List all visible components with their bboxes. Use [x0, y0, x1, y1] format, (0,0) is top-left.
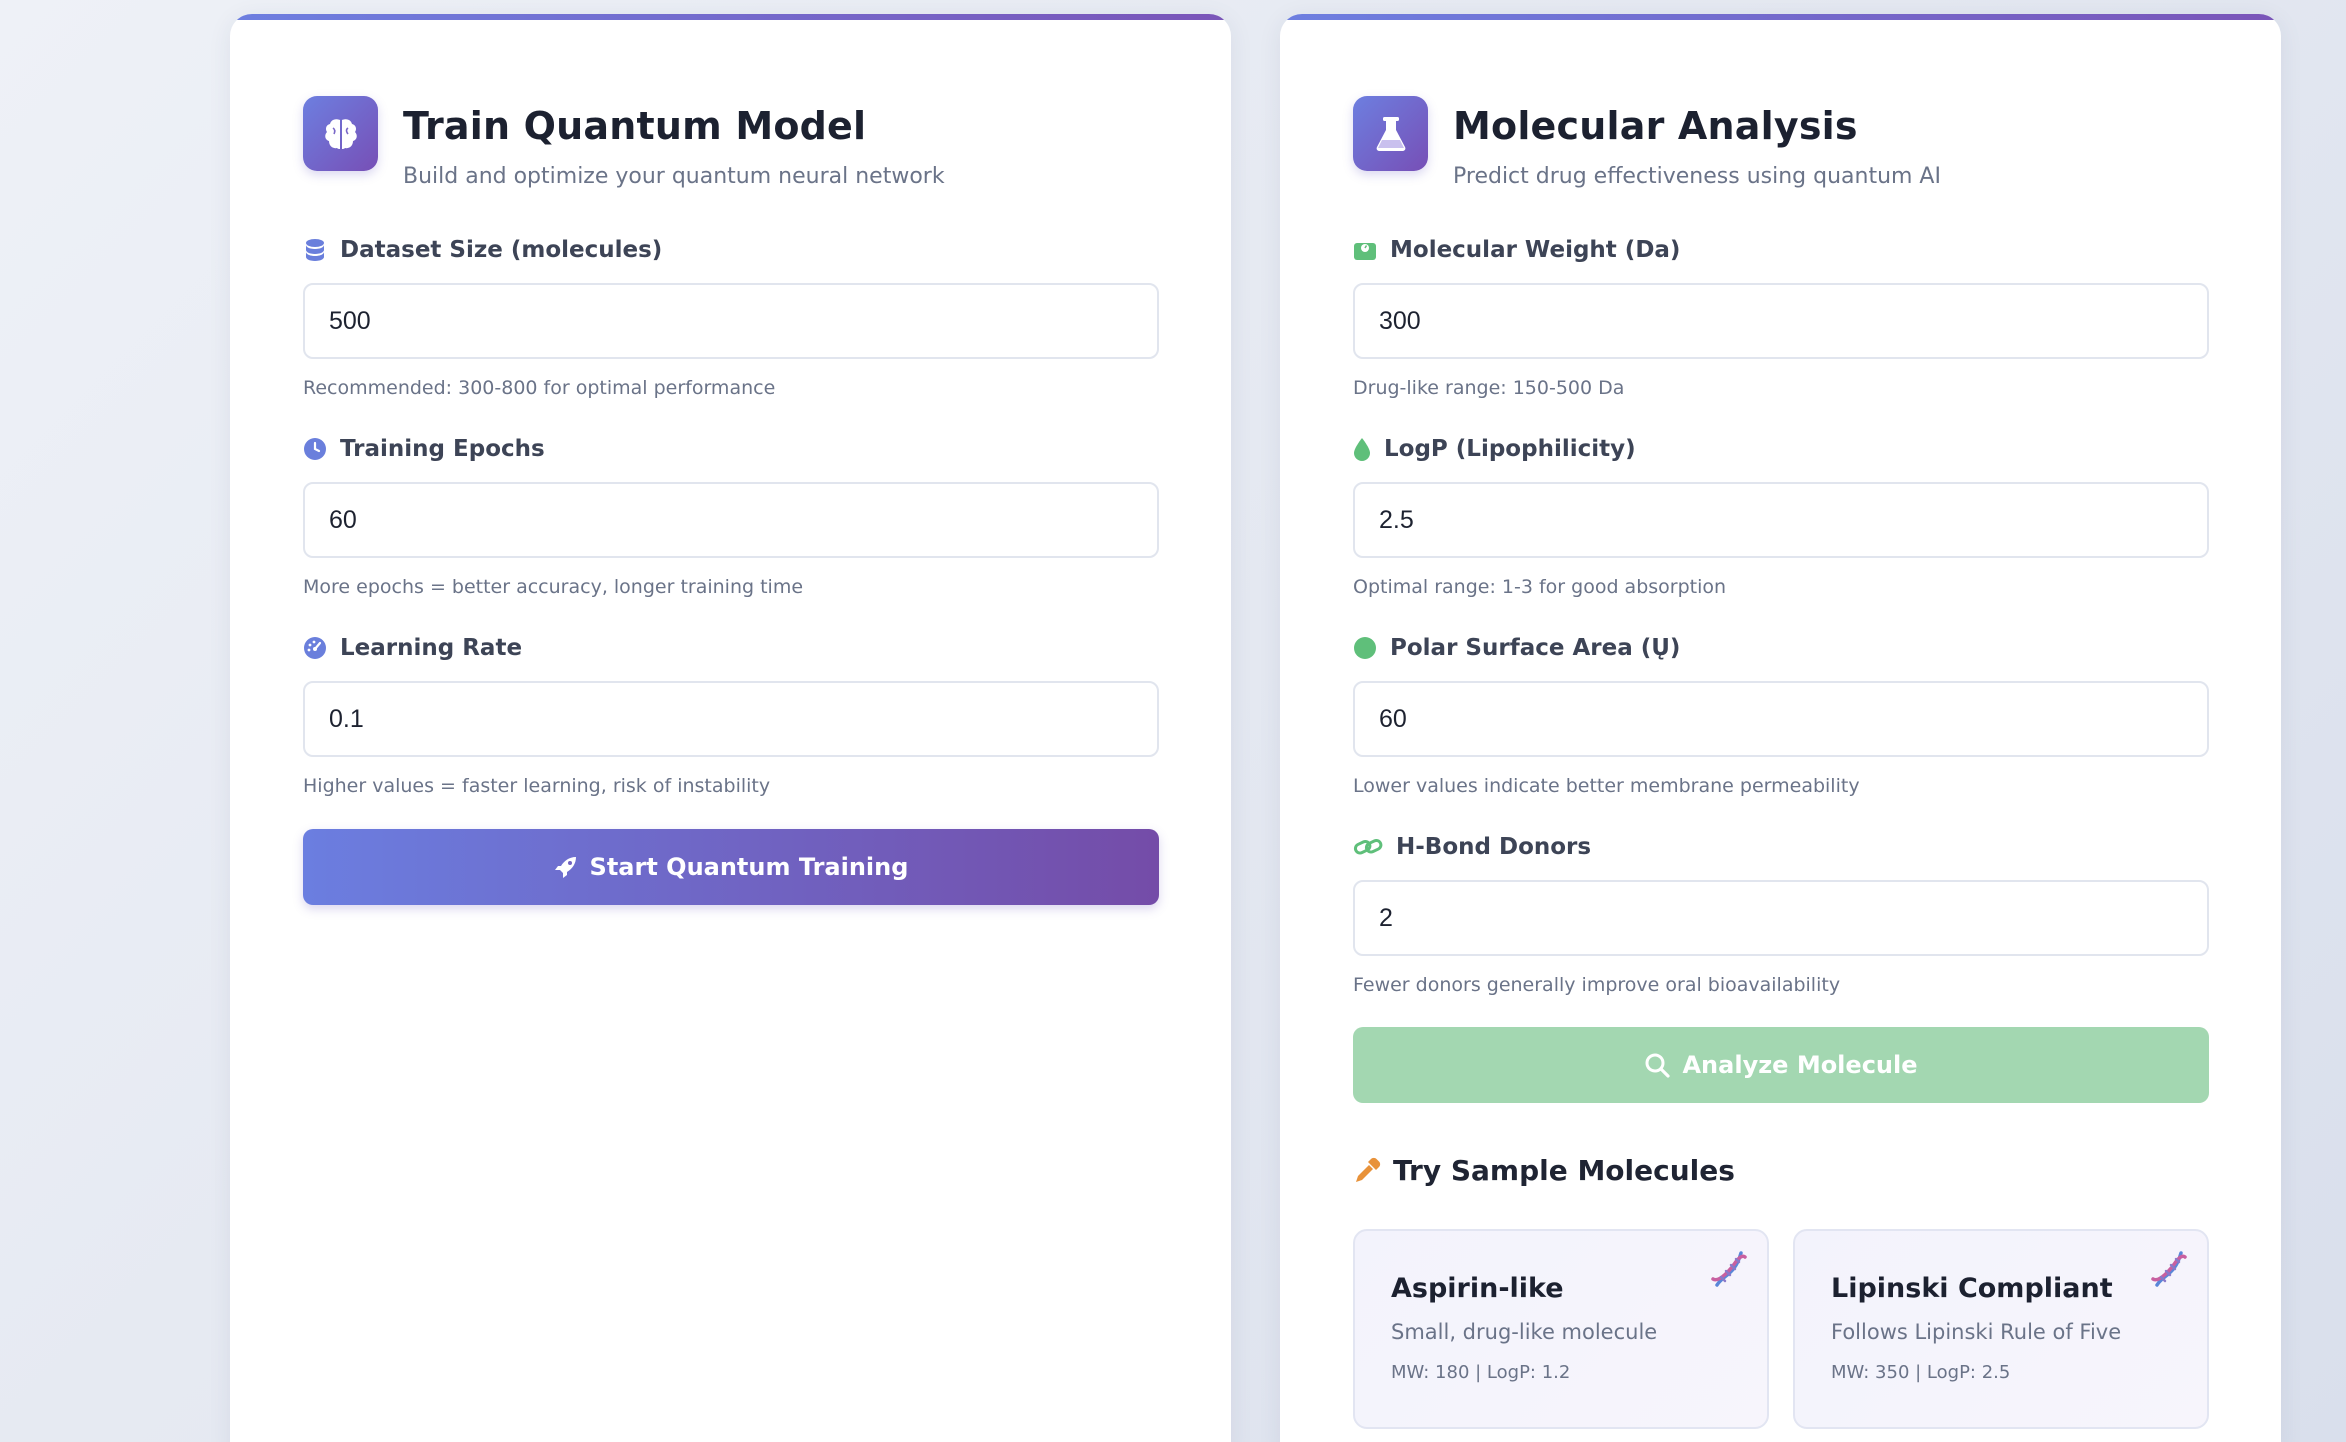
logp-input[interactable] [1353, 482, 2209, 558]
page: Train Quantum Model Build and optimize y… [0, 0, 2346, 1442]
start-training-label: Start Quantum Training [589, 853, 909, 881]
sample-card-aspirin[interactable]: Aspirin-like Small, drug-like molecule M… [1353, 1229, 1769, 1429]
molecular-weight-hint: Drug-like range: 150-500 Da [1353, 377, 1625, 399]
training-epochs-hint: More epochs = better accuracy, longer tr… [303, 576, 804, 598]
clock-icon [303, 437, 327, 461]
sample-molecules-heading: Try Sample Molecules [1353, 1154, 1735, 1187]
training-epochs-field: Training Epochs More epochs = better acc… [303, 433, 1159, 598]
training-epochs-label: Training Epochs [340, 436, 545, 462]
polar-surface-area-field: Polar Surface Area (Ų) Lower values indi… [1353, 632, 2209, 797]
database-icon [303, 238, 327, 262]
dna-icon [1709, 1249, 1749, 1289]
dataset-size-label: Dataset Size (molecules) [340, 237, 663, 263]
h-bond-donors-label: H-Bond Donors [1396, 834, 1592, 860]
dna-icon [2149, 1249, 2189, 1289]
analysis-card-subtitle: Predict drug effectiveness using quantum… [1453, 164, 1941, 189]
polar-surface-area-hint: Lower values indicate better membrane pe… [1353, 775, 1860, 797]
learning-rate-field: Learning Rate Higher values = faster lea… [303, 632, 1159, 797]
molecular-analysis-card: Molecular Analysis Predict drug effectiv… [1280, 14, 2281, 1442]
sample-name: Lipinski Compliant [1831, 1273, 2113, 1304]
polar-surface-area-label: Polar Surface Area (Ų) [1390, 635, 1681, 661]
pipette-icon [1353, 1157, 1381, 1185]
sample-description: Follows Lipinski Rule of Five [1831, 1320, 2122, 1344]
analyze-molecule-label: Analyze Molecule [1682, 1051, 1918, 1079]
sample-meta: MW: 350 | LogP: 2.5 [1831, 1362, 2011, 1383]
molecular-weight-field: Molecular Weight (Da) Drug-like range: 1… [1353, 234, 2209, 399]
start-training-button[interactable]: Start Quantum Training [303, 829, 1159, 905]
brain-icon [303, 96, 378, 171]
train-card-title: Train Quantum Model [403, 104, 867, 148]
learning-rate-hint: Higher values = faster learning, risk of… [303, 775, 771, 797]
train-card-header: Train Quantum Model Build and optimize y… [303, 96, 945, 189]
analysis-card-title: Molecular Analysis [1453, 104, 1858, 148]
rocket-icon [554, 855, 578, 879]
sample-meta: MW: 180 | LogP: 1.2 [1391, 1362, 1571, 1383]
h-bond-donors-input[interactable] [1353, 880, 2209, 956]
circle-icon [1353, 636, 1377, 660]
link-icon [1353, 835, 1383, 859]
analysis-card-header: Molecular Analysis Predict drug effectiv… [1353, 96, 1941, 189]
dataset-size-field: Dataset Size (molecules) Recommended: 30… [303, 234, 1159, 399]
search-icon [1644, 1052, 1671, 1078]
polar-surface-area-input[interactable] [1353, 681, 2209, 757]
sample-description: Small, drug-like molecule [1391, 1320, 1658, 1344]
dataset-size-input[interactable] [303, 283, 1159, 359]
logp-field: LogP (Lipophilicity) Optimal range: 1-3 … [1353, 433, 2209, 598]
molecular-weight-label: Molecular Weight (Da) [1390, 237, 1681, 263]
logp-label: LogP (Lipophilicity) [1384, 436, 1636, 462]
weight-icon [1353, 238, 1377, 262]
flask-icon [1353, 96, 1428, 171]
molecular-weight-input[interactable] [1353, 283, 2209, 359]
dataset-size-hint: Recommended: 300-800 for optimal perform… [303, 377, 776, 399]
analyze-molecule-button[interactable]: Analyze Molecule [1353, 1027, 2209, 1103]
logp-hint: Optimal range: 1-3 for good absorption [1353, 576, 1727, 598]
droplet-icon [1353, 437, 1371, 461]
gauge-icon [303, 636, 327, 660]
train-card-subtitle: Build and optimize your quantum neural n… [403, 164, 945, 189]
sample-card-lipinski[interactable]: Lipinski Compliant Follows Lipinski Rule… [1793, 1229, 2209, 1429]
learning-rate-input[interactable] [303, 681, 1159, 757]
train-model-card: Train Quantum Model Build and optimize y… [230, 14, 1231, 1442]
h-bond-donors-hint: Fewer donors generally improve oral bioa… [1353, 974, 1841, 996]
training-epochs-input[interactable] [303, 482, 1159, 558]
learning-rate-label: Learning Rate [340, 635, 523, 661]
h-bond-donors-field: H-Bond Donors Fewer donors generally imp… [1353, 831, 2209, 996]
sample-molecules-title: Try Sample Molecules [1393, 1154, 1735, 1187]
sample-name: Aspirin-like [1391, 1273, 1564, 1304]
